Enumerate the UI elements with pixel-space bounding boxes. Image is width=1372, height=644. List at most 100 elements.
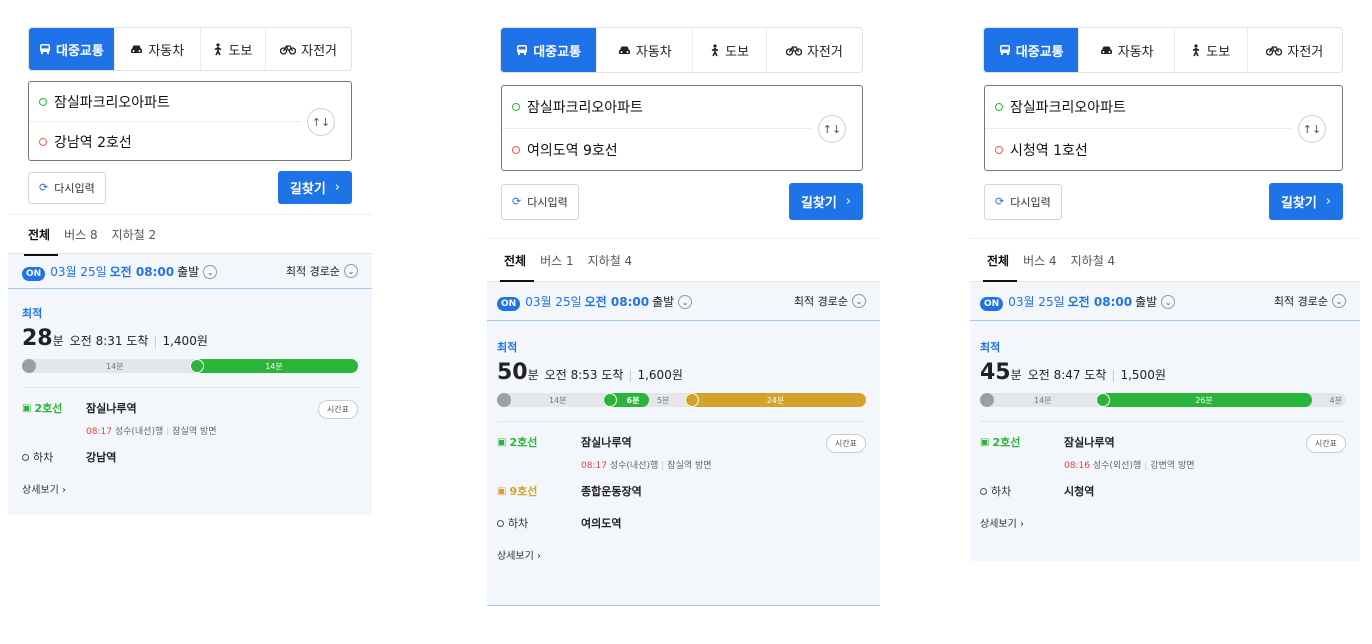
tab-all[interactable]: 전체 <box>499 252 535 282</box>
alight-station: 강남역 <box>86 451 117 464</box>
route-summary: 45 분 오전 8:47 도착 | 1,500원 <box>980 360 1346 385</box>
tab-car[interactable]: 자동차 <box>596 28 692 72</box>
reset-button[interactable]: ⟳ 다시입력 <box>501 183 579 220</box>
alight-badge: 하차 <box>22 449 86 465</box>
destination-field[interactable]: 여의도역 9호선 <box>502 128 812 171</box>
tab-walk[interactable]: 도보 <box>199 28 265 70</box>
origin-field[interactable]: 잠실파크리오아파트 <box>502 86 862 128</box>
timetable-button[interactable]: 시간표 <box>317 400 358 419</box>
bike-icon <box>1266 45 1283 56</box>
tab-transit[interactable]: 대중교통 <box>29 28 114 70</box>
tab-bike[interactable]: 자전거 <box>1246 28 1342 72</box>
walk2-duration-label: 4분 <box>1329 395 1342 405</box>
destination-field[interactable]: 강남역 2호선 <box>29 121 301 161</box>
step-board: ▣ 2호선 잠실나루역 시간표 <box>497 434 866 456</box>
route-summary: 28 분 오전 8:31 도착 | 1,400원 <box>22 326 358 351</box>
tab-bus[interactable]: 버스 8 <box>64 226 98 243</box>
tab-walk[interactable]: 도보 <box>1173 28 1247 72</box>
departure-date: 03월 25일 <box>525 294 582 309</box>
origin-dot-icon <box>39 97 47 106</box>
step-board: ▣ 2호선 잠실나루역 시간표 <box>980 434 1346 456</box>
fare: 1,600원 <box>637 368 683 382</box>
bus-icon <box>517 45 528 55</box>
route-card[interactable]: 최적 45 분 오전 8:47 도착 | 1,500원 14분 26분 4분 ▣ 2호… <box>970 321 1360 561</box>
destination-field[interactable]: 시청역 1호선 <box>985 128 1292 171</box>
ride-duration-label: 14분 <box>265 361 283 371</box>
on-badge: ON <box>497 296 521 311</box>
departure-time-selector[interactable]: ON 03월 25일 오전 08:00 출발 ⌄ <box>22 263 218 281</box>
subway-node-icon <box>190 359 204 373</box>
swap-icon[interactable]: ↑↓ <box>818 115 846 143</box>
detail-link[interactable]: 상세보기 › <box>22 481 358 496</box>
departure-bar: ON 03월 25일 오전 08:00 출발 ⌄ 최적 경로순 ⌄ <box>8 253 372 289</box>
car-icon <box>618 46 630 54</box>
ride2-duration-label: 24분 <box>766 395 785 405</box>
detail-link[interactable]: 상세보기 › <box>497 547 866 562</box>
tab-subway[interactable]: 지하철 2 <box>112 226 157 243</box>
sort-selector[interactable]: 최적 경로순 ⌄ <box>286 263 358 279</box>
tab-all[interactable]: 전체 <box>23 226 59 256</box>
sort-selector[interactable]: 최적 경로순 ⌄ <box>794 293 866 309</box>
actions-row: ⟳ 다시입력 길찾기 › <box>28 171 352 204</box>
origin-field[interactable]: 잠실파크리오아파트 <box>29 82 351 121</box>
tab-walk[interactable]: 도보 <box>692 28 765 72</box>
route-card[interactable]: 최적 28 분 오전 8:31 도착 | 1,400원 14분 14분 ▣ 2호선 잠… <box>8 289 372 515</box>
divider: | <box>661 461 665 471</box>
search-button[interactable]: 길찾기 › <box>277 171 352 204</box>
walk-duration-label: 14분 <box>1034 395 1052 405</box>
detail-link[interactable]: 상세보기 › <box>980 515 1346 530</box>
ride1-duration-label: 6분 <box>626 395 640 405</box>
chevron-down-icon: ⌄ <box>344 264 358 278</box>
car-icon <box>1100 46 1112 54</box>
tab-bike[interactable]: 자전거 <box>265 28 351 70</box>
step-alight: 하차 시청역 <box>980 483 1346 505</box>
step-transfer: ▣ 9호선 종합운동장역 <box>497 483 866 505</box>
origin-field[interactable]: 잠실파크리오아파트 <box>985 86 1342 128</box>
search-label: 길찾기 <box>800 196 837 211</box>
chevron-down-icon: ⌄ <box>852 294 866 308</box>
subway-node-icon <box>603 393 617 407</box>
tab-walk-label: 도보 <box>725 44 750 60</box>
swap-icon[interactable]: ↑↓ <box>307 108 335 136</box>
tab-transit[interactable]: 대중교통 <box>501 28 597 72</box>
timetable-button[interactable]: 시간표 <box>1305 434 1346 453</box>
swap-icon[interactable]: ↑↓ <box>1298 115 1326 143</box>
timetable-button[interactable]: 시간표 <box>825 434 866 453</box>
departure-time-selector[interactable]: ON 03월 25일 오전 08:00 출발 ⌄ <box>980 293 1176 311</box>
train-info: 08:17 성수(내선)행 | 잠실역 방면 <box>581 458 866 471</box>
reset-button[interactable]: ⟳ 다시입력 <box>28 171 106 204</box>
departure-time-selector[interactable]: ON 03월 25일 오전 08:00 출발 ⌄ <box>497 293 693 311</box>
bike-icon <box>785 45 802 56</box>
duration-unit: 분 <box>527 368 539 382</box>
route-panel-3: 대중교통 자동차 도보 자전거 잠실파크리오아파트 시청역 1호선 ↑↓ ⟳ 다시… <box>970 27 1360 561</box>
sort-label: 최적 경로순 <box>285 265 340 278</box>
tab-bus[interactable]: 버스 1 <box>540 252 574 269</box>
bike-icon <box>280 44 297 55</box>
line-badge: ▣ 2호선 <box>497 434 581 450</box>
tab-subway[interactable]: 지하철 4 <box>588 252 633 269</box>
route-steps: ▣ 2호선 잠실나루역 시간표 08:17 성수(내선)행 | 잠실역 방면 하차 강… <box>22 387 358 496</box>
search-button[interactable]: 길찾기 › <box>788 183 863 220</box>
reset-label: 다시입력 <box>1010 195 1051 209</box>
sort-selector[interactable]: 최적 경로순 ⌄ <box>1274 293 1346 309</box>
chevron-right-icon: › <box>1325 194 1331 209</box>
chevron-down-icon: ⌄ <box>1161 295 1176 309</box>
chevron-down-icon: ⌄ <box>1332 294 1346 308</box>
tab-bike[interactable]: 자전거 <box>765 28 862 72</box>
route-card[interactable]: 최적 50 분 오전 8:53 도착 | 1,600원 14분 6분 5분 24분 … <box>487 321 880 606</box>
search-button[interactable]: 길찾기 › <box>1268 183 1343 220</box>
tab-car[interactable]: 자동차 <box>113 28 200 70</box>
line-name: 2호선 <box>992 436 1021 449</box>
tab-subway[interactable]: 지하철 4 <box>1071 252 1116 269</box>
tab-car[interactable]: 자동차 <box>1078 28 1173 72</box>
tab-all[interactable]: 전체 <box>982 252 1018 282</box>
walk-icon <box>1192 43 1200 56</box>
walk-icon <box>215 42 222 55</box>
train-time: 08:17 <box>86 427 112 437</box>
reset-button[interactable]: ⟳ 다시입력 <box>984 183 1062 220</box>
origin-value: 잠실파크리오아파트 <box>527 100 643 116</box>
duration-unit: 분 <box>1010 368 1022 382</box>
line-badge: ▣ 2호선 <box>22 400 86 416</box>
tab-bus[interactable]: 버스 4 <box>1023 252 1057 269</box>
tab-transit[interactable]: 대중교통 <box>984 28 1079 72</box>
